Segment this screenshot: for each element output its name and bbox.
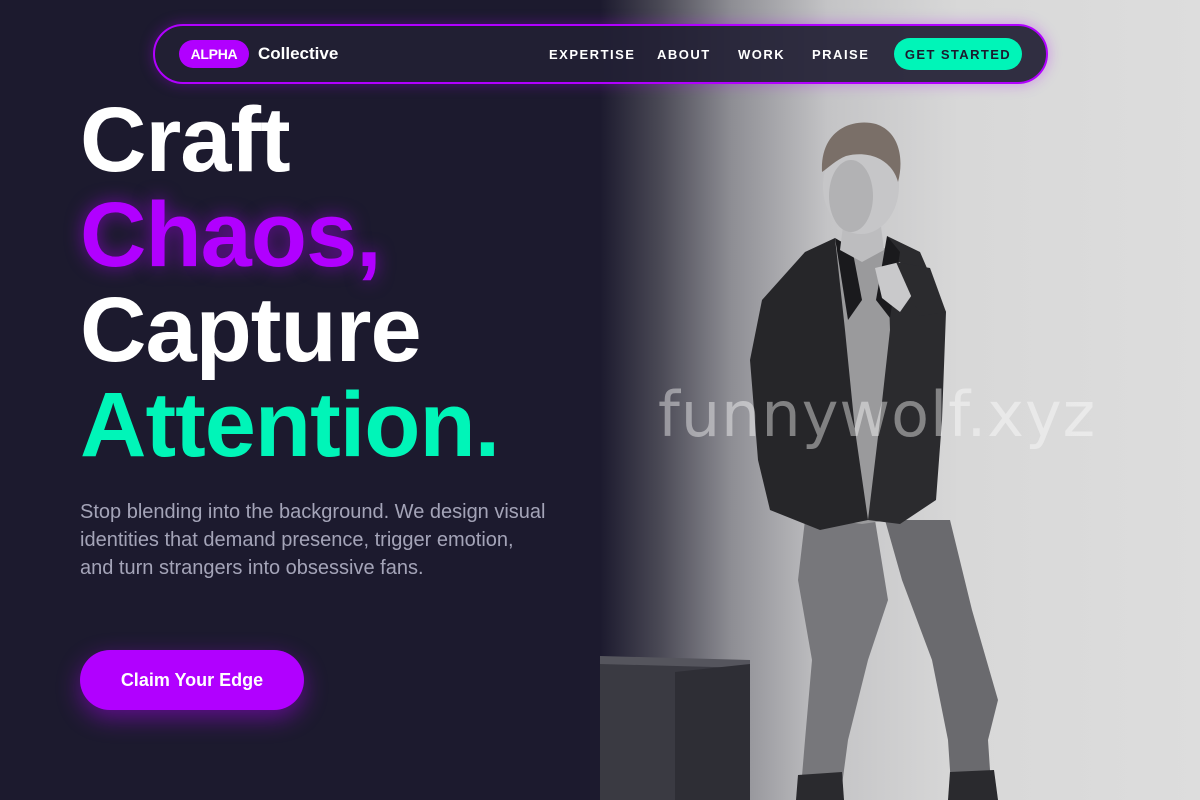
headline-line-craft: Craft bbox=[80, 89, 291, 191]
watermark-text: funnywolf.xyz bbox=[658, 378, 1097, 451]
hero-photo: funnywolf.xyz bbox=[600, 0, 1200, 800]
headline-line-chaos: Chaos, bbox=[80, 184, 382, 286]
nav-link-about[interactable]: ABOUT bbox=[657, 47, 711, 62]
hero-subcopy: Stop blending into the background. We de… bbox=[80, 501, 546, 579]
nav-link-expertise[interactable]: EXPERTISE bbox=[549, 47, 635, 62]
headline-line-capture: Capture bbox=[80, 279, 422, 381]
nav-link-work[interactable]: WORK bbox=[738, 47, 785, 62]
top-navbar: ALPHA Collective EXPERTISE ABOUT WORK PR… bbox=[153, 24, 1048, 84]
get-started-button[interactable]: GET STARTED bbox=[894, 38, 1022, 70]
nav-link-praise[interactable]: PRAISE bbox=[812, 47, 869, 62]
brand-name[interactable]: Collective bbox=[258, 44, 338, 64]
claim-your-edge-button[interactable]: Claim Your Edge bbox=[80, 650, 304, 710]
hero-headline: Craft Chaos, Capture Attention. bbox=[80, 89, 500, 476]
brand-badge[interactable]: ALPHA bbox=[179, 40, 249, 68]
headline-line-attention: Attention. bbox=[80, 374, 500, 476]
